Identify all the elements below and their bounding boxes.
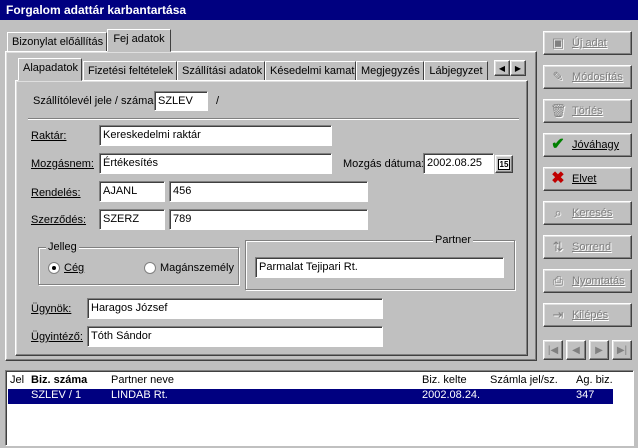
ceg-radio[interactable] [48, 262, 60, 274]
table-cell: LINDAB Rt. [111, 389, 168, 401]
nav-next-button[interactable]: ▶ [589, 340, 609, 360]
tab-label: Megjegyzés [361, 65, 420, 77]
szerzodes-number-field[interactable]: 789 [169, 209, 368, 230]
table-cell: 2002.08.24. [422, 389, 481, 401]
radio-dot [52, 266, 56, 270]
mozgasnem-field[interactable]: Értékesítés [99, 153, 332, 174]
column-header[interactable]: Biz. kelte [422, 374, 467, 386]
last-icon: ▶| [616, 344, 628, 356]
szerzodes-code-field[interactable]: SZERZ [99, 209, 165, 230]
printer-icon: ⎙ [552, 273, 564, 288]
button-label: Keresés [572, 207, 613, 219]
column-header[interactable]: Ag. biz. [576, 374, 613, 386]
elvet-button[interactable]: ✖ Elvet [543, 167, 632, 191]
rendeles-label: Rendelés: [31, 187, 81, 199]
modositas-button[interactable]: ✎ Módosítás [543, 65, 632, 89]
ugyintezo-label: Ügyintéző: [31, 331, 83, 343]
maganszemely-label: Magánszemély [160, 262, 234, 274]
tab-label: Késedelmi kamat [270, 65, 355, 77]
ceg-label: Cég [64, 262, 85, 274]
tab-label: Szállítási adatok [182, 65, 263, 77]
button-label: Sorrend [572, 241, 612, 253]
mozgasnem-label: Mozgásnem: [31, 158, 94, 170]
raktar-label: Raktár: [31, 130, 67, 142]
nav-prev-button[interactable]: ◀ [566, 340, 586, 360]
button-label: Jóváhagy [572, 139, 620, 151]
partner-field[interactable]: Parmalat Tejipari Rt. [255, 257, 504, 278]
ugynok-label: Ügynök: [31, 303, 72, 315]
grid-header: Jel Biz. száma Partner neve Biz. kelte S… [8, 374, 628, 388]
column-header[interactable]: Partner neve [111, 374, 174, 386]
exit-icon: ⇥ [552, 307, 564, 322]
calendar-icon: 15 [497, 158, 511, 170]
rendeles-code-field[interactable]: AJANL [99, 181, 165, 202]
sort-icon: ⇅ [552, 239, 564, 254]
szallitolevel-jel-field[interactable]: SZLEV [154, 91, 208, 111]
szallitolevel-label: Szállítólevél jele / száma: [33, 95, 157, 107]
tab-fizetesi-feltetelek[interactable]: Fizetési feltételek [83, 61, 177, 81]
checkmark-icon: ✔ [551, 136, 565, 153]
button-label: Elvet [572, 173, 597, 185]
nyomtatas-button[interactable]: ⎙ Nyomtatás [543, 269, 632, 293]
jelleg-title: Jelleg [46, 241, 79, 253]
table-cell: 347 [576, 389, 595, 401]
szallitolevel-separator: / [216, 95, 220, 107]
tab-bizonylat-eloallitas[interactable]: Bizonylat előállítás [7, 32, 107, 52]
tab-labjegyzet[interactable]: Lábjegyzet [424, 61, 488, 81]
tab-label: Bizonylat előállítás [12, 36, 104, 48]
edit-icon: ✎ [552, 69, 564, 84]
search-icon: ⌕ [554, 205, 562, 220]
partner-title: Partner [433, 234, 474, 246]
tab-label: Lábjegyzet [429, 65, 483, 77]
calendar-button[interactable]: 15 [495, 155, 513, 173]
arrow-left-icon: ◀ [498, 63, 506, 73]
arrow-right-icon: ▶ [514, 63, 522, 73]
column-header[interactable]: Számla jel/sz. [490, 374, 558, 386]
button-label: Új adat [572, 37, 607, 49]
first-icon: |◀ [547, 344, 559, 356]
table-cell: SZLEV / 1 [31, 389, 82, 401]
tab-alapadatok[interactable]: Alapadatok [18, 58, 82, 81]
prev-icon: ◀ [572, 344, 580, 356]
raktar-field[interactable]: Kereskedelmi raktár [99, 125, 332, 146]
window-title: Forgalom adattár karbantartása [0, 0, 638, 20]
tab-megjegyzes[interactable]: Megjegyzés [356, 61, 424, 81]
tab-label: Alapadatok [23, 62, 79, 74]
tab-kesedelmi-kamat[interactable]: Késedelmi kamat [265, 61, 356, 81]
tab-label: Fizetési feltételek [88, 65, 173, 77]
button-label: Kilépés [572, 309, 609, 321]
tab-scroll-left-button[interactable]: ◀ [494, 60, 510, 76]
column-header[interactable]: Biz. száma [31, 374, 87, 386]
tab-fej-adatok[interactable]: Fej adatok [107, 29, 171, 52]
new-record-icon: ▣ [551, 35, 565, 50]
uj-adat-button[interactable]: ▣ Új adat [543, 31, 632, 55]
jovahagy-button[interactable]: ✔ Jóváhagy [543, 133, 632, 157]
nav-last-button[interactable]: ▶| [612, 340, 632, 360]
rendeles-number-field[interactable]: 456 [169, 181, 368, 202]
tab-scroll-right-button[interactable]: ▶ [510, 60, 526, 76]
trash-icon: 🗑 [550, 103, 567, 118]
tab-szallitasi-adatok[interactable]: Szállítási adatok [177, 61, 265, 81]
button-label: Nyomtatás [572, 275, 625, 287]
sorrend-button[interactable]: ⇅ Sorrend [543, 235, 632, 259]
tab-label: Fej adatok [113, 33, 165, 45]
kilepes-button[interactable]: ⇥ Kilépés [543, 303, 632, 327]
next-icon: ▶ [595, 344, 603, 356]
mozgas-datuma-label: Mozgás dátuma: [343, 158, 425, 170]
szerzodes-label: Szerződés: [31, 214, 87, 226]
maganszemely-radio[interactable] [144, 262, 156, 274]
ugyintezo-field[interactable]: Tóth Sándor [87, 326, 383, 347]
nav-first-button[interactable]: |◀ [543, 340, 563, 360]
mozgas-datuma-field[interactable]: 2002.08.25 [423, 153, 494, 174]
cross-icon: ✖ [551, 170, 565, 187]
ugynok-field[interactable]: Haragos József [87, 298, 383, 319]
torles-button[interactable]: 🗑 Törlés [543, 99, 632, 123]
kereses-button[interactable]: ⌕ Keresés [543, 201, 632, 225]
table-row[interactable]: SZLEV / 1 LINDAB Rt. 2002.08.24. 347 [8, 389, 613, 404]
divider [28, 118, 519, 120]
column-header[interactable]: Jel [10, 374, 24, 386]
button-label: Törlés [572, 105, 603, 117]
button-label: Módosítás [572, 71, 623, 83]
